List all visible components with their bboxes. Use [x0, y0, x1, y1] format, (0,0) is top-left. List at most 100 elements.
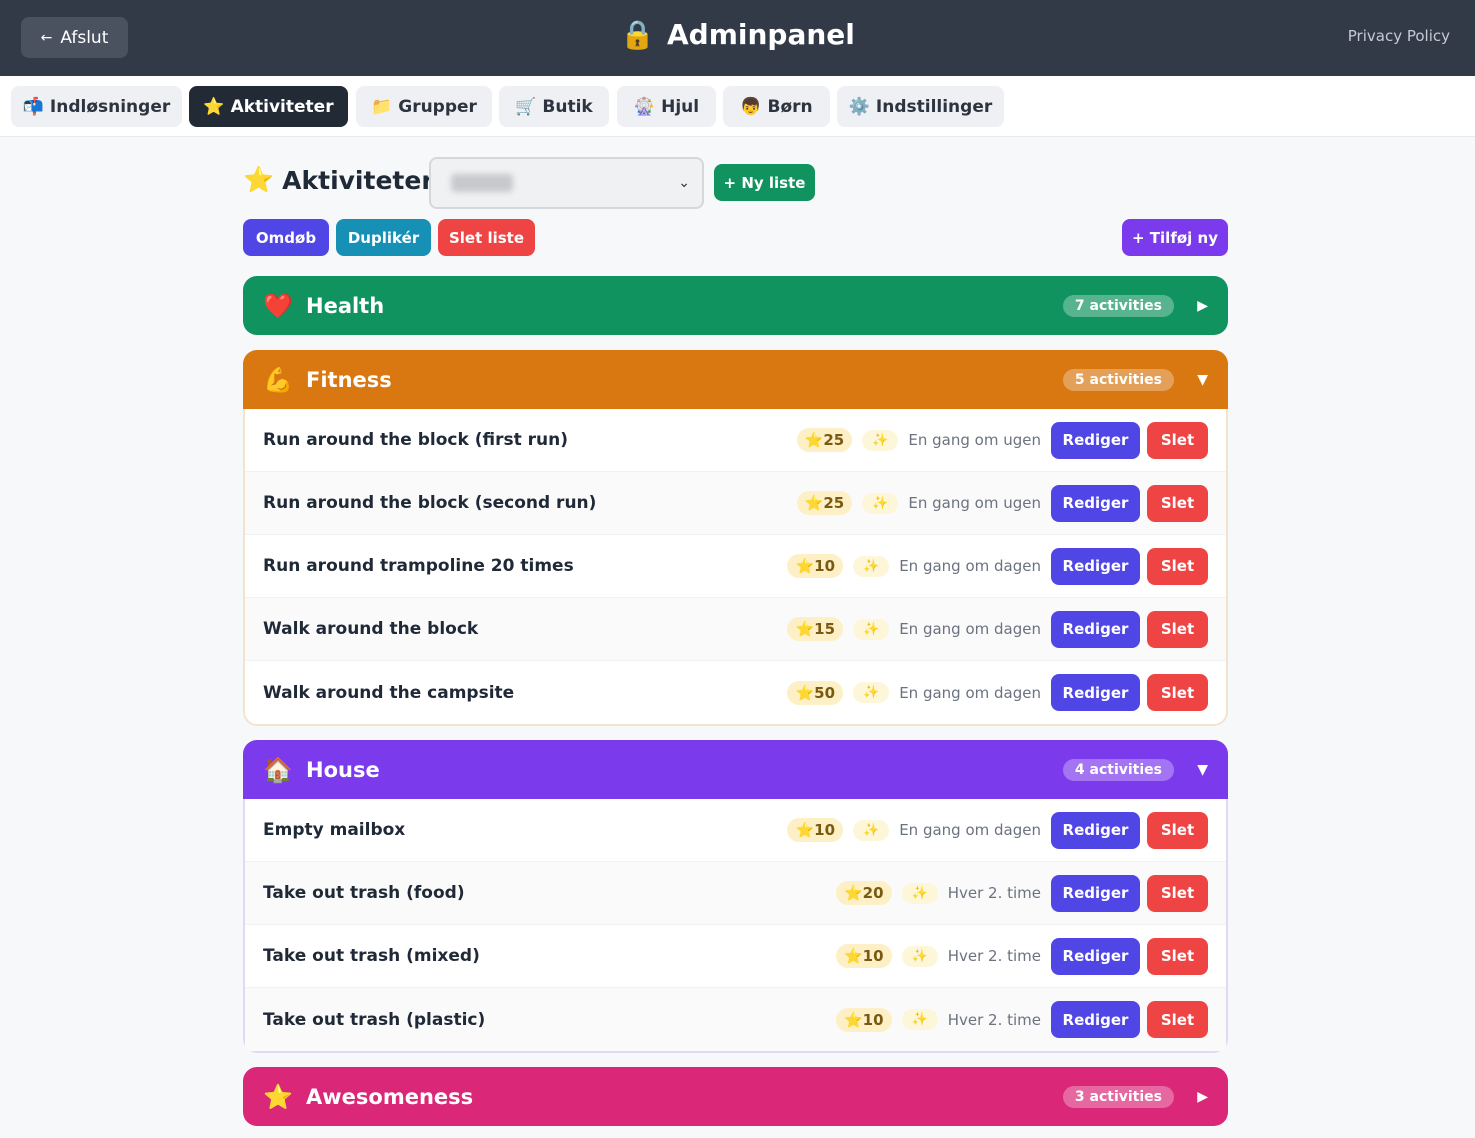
- activity-name: Take out trash (food): [263, 883, 465, 903]
- tab-label: Hjul: [661, 96, 700, 117]
- add-new-button[interactable]: + Tilføj ny: [1122, 219, 1228, 256]
- rename-button[interactable]: Omdøb: [243, 219, 329, 256]
- folder-icon: 📁: [371, 96, 393, 117]
- delete-button[interactable]: Slet: [1147, 547, 1208, 585]
- mailbox-icon: 📬: [22, 96, 44, 117]
- activity-name: Take out trash (mixed): [263, 946, 480, 966]
- category-name: House: [306, 757, 380, 782]
- tab-aktiviteter[interactable]: ⭐ Aktiviteter: [189, 86, 348, 127]
- activity-count-badge: 7 activities: [1062, 294, 1174, 317]
- star-icon: ⭐: [263, 1082, 293, 1111]
- frequency-label: Hver 2. time: [947, 947, 1041, 965]
- delete-button[interactable]: Slet: [1147, 1001, 1208, 1038]
- page-title-text: Aktiviteter: [282, 165, 434, 195]
- tab-butik[interactable]: 🛒 Butik: [499, 86, 609, 127]
- duplicate-button[interactable]: Duplikér: [336, 219, 431, 256]
- points-badge: ⭐10: [835, 944, 892, 968]
- activity-row: Run around the block (second run) ⭐25 ✨ …: [245, 472, 1226, 535]
- activity-row: Take out trash (mixed) ⭐10 ✨ Hver 2. tim…: [245, 925, 1226, 988]
- tab-label: Grupper: [398, 96, 477, 117]
- activity-count-badge: 4 activities: [1062, 758, 1174, 781]
- delete-button[interactable]: Slet: [1147, 484, 1208, 522]
- privacy-policy-link[interactable]: Privacy Policy: [1348, 27, 1450, 45]
- tab-indstillinger[interactable]: ⚙️ Indstillinger: [837, 86, 1004, 127]
- activity-row: Empty mailbox ⭐10 ✨ En gang om dagen Red…: [245, 799, 1226, 862]
- tab-indlosninger[interactable]: 📬 Indløsninger: [11, 86, 182, 127]
- activity-row: Run around trampoline 20 times ⭐10 ✨ En …: [245, 535, 1226, 598]
- edit-button[interactable]: Rediger: [1051, 1001, 1140, 1038]
- tab-label: Indløsninger: [49, 96, 171, 117]
- activity-name: Take out trash (plastic): [263, 1009, 486, 1030]
- points-badge: ⭐10: [787, 818, 844, 842]
- category-header-fitness[interactable]: 💪 Fitness 5 activities ▼: [243, 350, 1228, 409]
- frequency-label: En gang om dagen: [899, 620, 1041, 638]
- frequency-label: En gang om ugen: [908, 431, 1041, 449]
- category-header-house[interactable]: 🏠 House 4 activities ▼: [243, 740, 1228, 799]
- edit-button[interactable]: Rediger: [1051, 674, 1140, 711]
- tab-hjul[interactable]: 🎡 Hjul: [617, 86, 716, 127]
- flexed-arm-icon: 💪: [263, 365, 293, 394]
- new-list-button[interactable]: + Ny liste: [714, 164, 815, 201]
- category-health: ❤️ Health 7 activities ▶: [243, 276, 1228, 335]
- expand-arrow-icon[interactable]: ▶: [1188, 1089, 1208, 1105]
- points-badge: ⭐15: [787, 617, 844, 641]
- frequency-label: En gang om dagen: [899, 683, 1041, 702]
- delete-list-button[interactable]: Slet liste: [438, 219, 535, 256]
- list-select[interactable]: ⌄: [429, 157, 704, 209]
- edit-button[interactable]: Rediger: [1051, 484, 1140, 522]
- edit-button[interactable]: Rediger: [1051, 874, 1140, 912]
- frequency-label: En gang om dagen: [899, 821, 1041, 839]
- category-name: Health: [306, 293, 385, 318]
- points-badge: ⭐10: [787, 554, 844, 578]
- app-title: 🔒 Adminpanel: [0, 18, 1475, 51]
- category-header-health[interactable]: ❤️ Health 7 activities ▶: [243, 276, 1228, 335]
- expand-arrow-icon[interactable]: ▶: [1188, 298, 1208, 314]
- star-icon: ⭐: [203, 96, 225, 117]
- delete-button[interactable]: Slet: [1147, 610, 1208, 648]
- points-badge: ⭐25: [796, 428, 853, 452]
- activity-row: Take out trash (food) ⭐20 ✨ Hver 2. time…: [245, 862, 1226, 925]
- category-name: Fitness: [306, 367, 392, 392]
- top-bar: ← Afslut 🔒 Adminpanel Privacy Policy: [0, 0, 1475, 76]
- chevron-down-icon: ⌄: [678, 175, 690, 191]
- collapse-arrow-icon[interactable]: ▼: [1188, 762, 1208, 778]
- sparkle-icon: ✨: [853, 682, 890, 703]
- category-fitness: 💪 Fitness 5 activities ▼ Run around the …: [243, 350, 1228, 726]
- collapse-arrow-icon[interactable]: ▼: [1188, 372, 1208, 388]
- edit-button[interactable]: Rediger: [1051, 811, 1140, 849]
- activity-name: Run around the block (first run): [263, 430, 568, 450]
- boy-icon: 👦: [740, 96, 762, 117]
- house-icon: 🏠: [263, 755, 293, 784]
- activity-list: Run around the block (first run) ⭐25 ✨ E…: [243, 409, 1228, 726]
- activity-row: Walk around the campsite ⭐50 ✨ En gang o…: [245, 661, 1226, 724]
- activity-list: Empty mailbox ⭐10 ✨ En gang om dagen Red…: [243, 799, 1228, 1053]
- points-badge: ⭐10: [835, 1007, 892, 1032]
- category-name: Awesomeness: [306, 1084, 474, 1109]
- activity-name: Walk around the block: [263, 619, 479, 639]
- activity-name: Run around trampoline 20 times: [263, 556, 574, 576]
- edit-button[interactable]: Rediger: [1051, 610, 1140, 648]
- tab-born[interactable]: 👦 Børn: [723, 86, 830, 127]
- heart-icon: ❤️: [263, 291, 293, 320]
- sparkle-icon: ✨: [901, 882, 938, 904]
- delete-button[interactable]: Slet: [1147, 811, 1208, 849]
- delete-button[interactable]: Slet: [1147, 421, 1208, 459]
- points-badge: ⭐25: [796, 491, 853, 515]
- edit-button[interactable]: Rediger: [1051, 421, 1140, 459]
- edit-button[interactable]: Rediger: [1051, 937, 1140, 975]
- activity-count-badge: 5 activities: [1062, 368, 1174, 391]
- tab-grupper[interactable]: 📁 Grupper: [356, 86, 492, 127]
- category-header-awesomeness[interactable]: ⭐ Awesomeness 3 activities ▶: [243, 1067, 1228, 1126]
- lock-icon: 🔒: [620, 18, 655, 51]
- edit-button[interactable]: Rediger: [1051, 547, 1140, 585]
- points-badge: ⭐20: [835, 881, 892, 905]
- cart-icon: 🛒: [515, 96, 537, 117]
- delete-button[interactable]: Slet: [1147, 937, 1208, 975]
- page-title: ⭐ Aktiviteter: [243, 165, 434, 195]
- frequency-label: En gang om dagen: [899, 557, 1041, 575]
- sparkle-icon: ✨: [853, 618, 890, 640]
- activity-row: Run around the block (first run) ⭐25 ✨ E…: [245, 409, 1226, 472]
- frequency-label: Hver 2. time: [947, 1010, 1041, 1029]
- delete-button[interactable]: Slet: [1147, 874, 1208, 912]
- delete-button[interactable]: Slet: [1147, 674, 1208, 711]
